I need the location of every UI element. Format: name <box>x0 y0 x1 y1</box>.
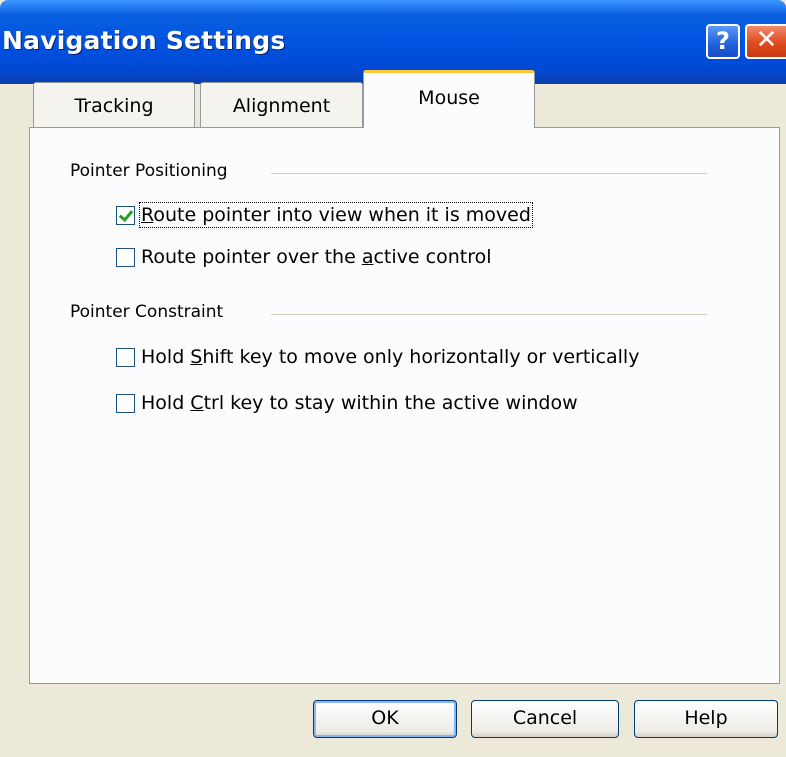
window-title: Navigation Settings <box>2 26 286 55</box>
navigation-settings-dialog: Navigation Settings ? ✕ Tracking Alignme… <box>0 0 786 757</box>
close-icon[interactable]: ✕ <box>745 24 786 59</box>
checkbox-route-over-active-control[interactable] <box>116 247 135 267</box>
option-label: Hold Ctrl key to stay within the active … <box>141 392 578 414</box>
help-button[interactable]: Help <box>634 700 778 738</box>
option-hold-shift[interactable]: Hold Shift key to move only horizontally… <box>116 344 639 370</box>
group-divider <box>271 173 707 174</box>
tab-mouse[interactable]: Mouse <box>363 70 535 128</box>
option-label: Route pointer into view when it is moved <box>139 202 533 228</box>
group-divider <box>271 314 707 315</box>
tab-alignment[interactable]: Alignment <box>200 82 363 128</box>
option-hold-ctrl[interactable]: Hold Ctrl key to stay within the active … <box>116 390 578 416</box>
tab-tracking[interactable]: Tracking <box>33 82 195 128</box>
cancel-button[interactable]: Cancel <box>471 700 619 738</box>
group-label-pointer-constraint: Pointer Constraint <box>70 302 224 322</box>
option-route-into-view[interactable]: Route pointer into view when it is moved <box>116 202 533 228</box>
checkbox-route-into-view[interactable] <box>116 205 135 225</box>
mouse-tab-panel: Pointer Positioning Route pointer into v… <box>29 127 780 684</box>
group-label-pointer-positioning: Pointer Positioning <box>70 161 228 181</box>
help-icon[interactable]: ? <box>706 24 740 59</box>
option-label: Hold Shift key to move only horizontally… <box>141 346 640 368</box>
option-route-over-active-control[interactable]: Route pointer over the active control <box>116 244 492 270</box>
option-label: Route pointer over the active control <box>141 246 492 268</box>
checkbox-hold-shift[interactable] <box>116 347 135 367</box>
ok-button[interactable]: OK <box>313 700 457 738</box>
checkbox-hold-ctrl[interactable] <box>116 393 135 413</box>
